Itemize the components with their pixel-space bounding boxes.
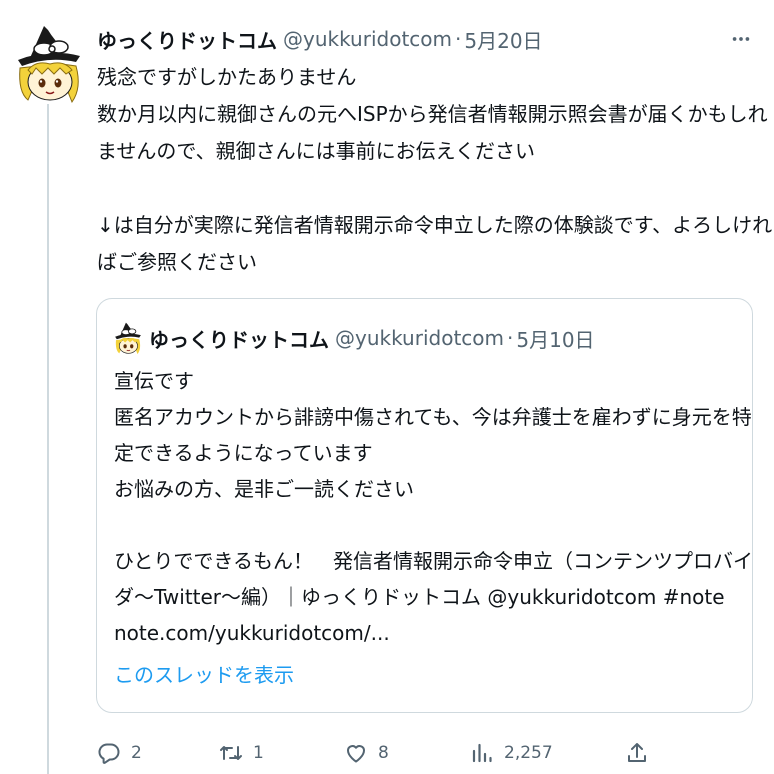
like-button[interactable]: 8 xyxy=(344,734,389,772)
yukkuri-marisa-avatar xyxy=(18,26,80,104)
author-name[interactable]: ゆっくりドットコム xyxy=(97,25,277,54)
reply-button[interactable]: 2 xyxy=(97,734,142,772)
tweet-text-line: ませんので、親御さんには事前にお伝えください xyxy=(97,139,535,163)
like-count: 8 xyxy=(378,743,389,763)
quoted-author-name[interactable]: ゆっくりドットコム xyxy=(149,324,329,353)
quoted-text-line: ダ〜Twitter〜編）｜ゆっくりドットコム @yukkuridotcom #n… xyxy=(114,585,725,609)
quoted-author-handle[interactable]: @yukkuridotcom xyxy=(335,326,504,350)
header-separator: · xyxy=(455,27,462,51)
tweet-text-line: ばご参照ください xyxy=(97,250,257,274)
quoted-tweet-text: 宣伝です 匿名アカウントから誹謗中傷されても、今は弁護士を雇わずに身元を特 定で… xyxy=(114,363,753,651)
quoted-text-line: 定できるようになっています xyxy=(114,441,373,465)
yukkuri-marisa-avatar-small xyxy=(115,322,141,355)
more-button[interactable] xyxy=(728,26,754,52)
quoted-tweet-header: ゆっくりドットコム @yukkuridotcom · 5月10日 xyxy=(113,321,595,355)
action-bar: 2 1 8 2,257 xyxy=(97,734,757,772)
tweet-text-line: 数か月以内に親御さんの元へISPから発信者情報開示照会書が届くかもしれ xyxy=(97,102,768,126)
thread-line xyxy=(47,104,49,774)
quoted-avatar xyxy=(113,321,143,355)
retweet-icon xyxy=(220,746,242,760)
quoted-tweet-card[interactable]: ゆっくりドットコム @yukkuridotcom · 5月10日 宣伝です 匿名… xyxy=(96,298,753,713)
more-dots-icon xyxy=(732,37,750,41)
quoted-text-line: お悩みの方、是非ご一読ください xyxy=(114,477,414,501)
view-count: 2,257 xyxy=(504,743,553,763)
share-icon xyxy=(628,743,646,762)
views-button[interactable]: 2,257 xyxy=(470,734,553,772)
tweet-text-line: ↓は自分が実際に発信者情報開示命令申立した際の体験談です、よろしけれ xyxy=(97,213,773,237)
show-thread-link[interactable]: このスレッドを表示 xyxy=(114,659,294,688)
avatar[interactable] xyxy=(14,22,84,104)
quoted-text-line: ひとりでできるもん！ 発信者情報開示命令申立（コンテンツプロバイ xyxy=(114,549,753,573)
author-handle[interactable]: @yukkuridotcom xyxy=(283,27,452,51)
quoted-text-link-line[interactable]: note.com/yukkuridotcom/... xyxy=(114,615,744,651)
tweet-date[interactable]: 5月20日 xyxy=(464,25,542,54)
share-button[interactable] xyxy=(625,734,649,772)
retweet-count: 1 xyxy=(253,743,264,763)
tweet-text-line: 残念ですがしかたありません xyxy=(97,65,357,89)
heart-icon xyxy=(347,745,365,763)
quoted-header-separator: · xyxy=(507,326,514,350)
quoted-tweet-date[interactable]: 5月10日 xyxy=(516,324,594,353)
tweet-text: 残念ですがしかたありません 数か月以内に親御さんの元へISPから発信者情報開示照… xyxy=(97,59,773,281)
retweet-button[interactable]: 1 xyxy=(219,734,264,772)
reply-count: 2 xyxy=(131,743,142,763)
analytics-icon xyxy=(472,743,492,763)
quoted-text-line: 匿名アカウントから誹謗中傷されても、今は弁護士を雇わずに身元を特 xyxy=(114,405,752,429)
quoted-text-line: 宣伝です xyxy=(114,369,194,393)
reply-icon xyxy=(98,743,120,764)
quoted-text-blank-line xyxy=(114,507,744,543)
tweet-header: ゆっくりドットコム @yukkuridotcom · 5月20日 xyxy=(97,24,543,54)
